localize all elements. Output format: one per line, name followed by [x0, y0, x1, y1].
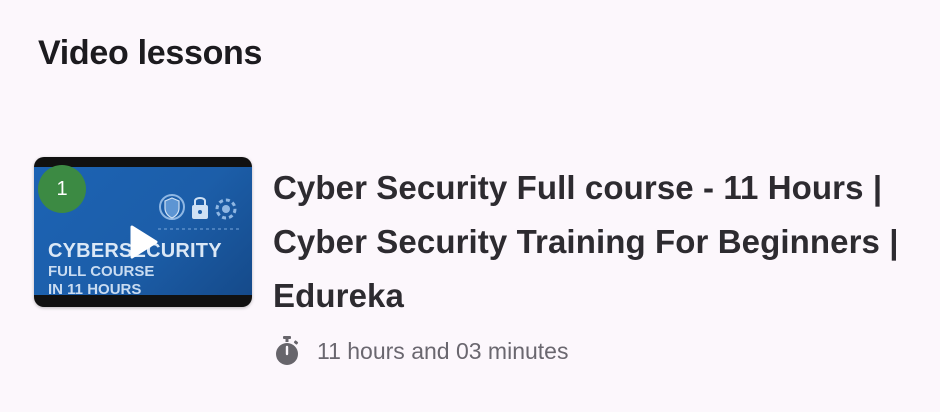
duration-text: 11 hours and 03 minutes [317, 337, 569, 364]
lesson-title[interactable]: Cyber Security Full course - 11 Hours | … [273, 161, 933, 323]
lesson-number-badge: 1 [38, 165, 86, 213]
security-illustration-icon [158, 194, 240, 230]
lesson-duration: 11 hours and 03 minutes [273, 335, 568, 367]
lesson-card[interactable]: CYBERSECURITY FULL COURSE IN 11 HOURS 1 … [34, 155, 924, 375]
section-title: Video lessons [38, 34, 263, 72]
video-thumbnail[interactable]: CYBERSECURITY FULL COURSE IN 11 HOURS 1 [34, 157, 252, 307]
thumbnail-line-3: IN 11 HOURS [48, 281, 142, 298]
stopwatch-icon [276, 336, 299, 365]
play-icon[interactable] [122, 222, 162, 262]
thumbnail-line-2: FULL COURSE [48, 263, 155, 280]
